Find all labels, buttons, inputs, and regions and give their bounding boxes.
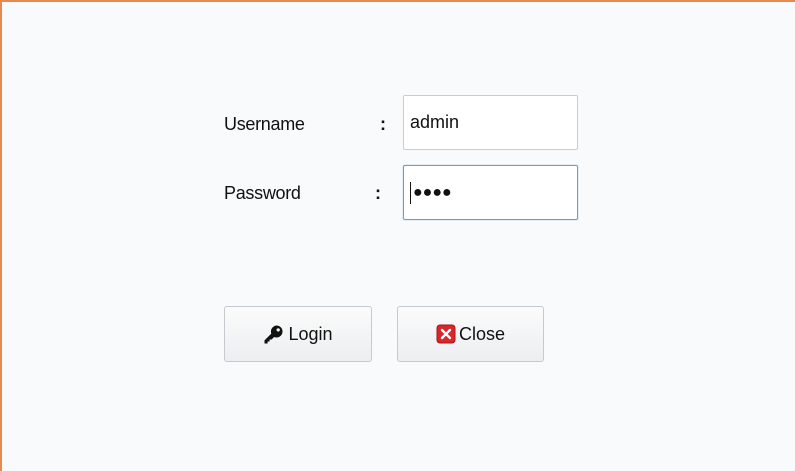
- password-input[interactable]: ●●●●: [403, 165, 578, 220]
- username-separator: :: [380, 114, 386, 134]
- close-button-label: Close: [458, 323, 506, 344]
- username-value: admin: [410, 112, 460, 132]
- key-icon: [263, 324, 285, 344]
- text-cursor: [410, 181, 411, 204]
- login-window: Username : admin Password : ●●●● Login C…: [0, 0, 795, 471]
- login-button-label: Login: [288, 323, 333, 344]
- username-label: Username: [224, 114, 305, 134]
- close-button[interactable]: Close: [397, 306, 544, 362]
- password-mask: ●●●●: [413, 183, 452, 201]
- password-separator: :: [375, 183, 381, 203]
- close-x-icon: [436, 324, 456, 344]
- login-button[interactable]: Login: [224, 306, 372, 362]
- password-label: Password: [224, 183, 301, 203]
- username-input[interactable]: admin: [403, 95, 578, 150]
